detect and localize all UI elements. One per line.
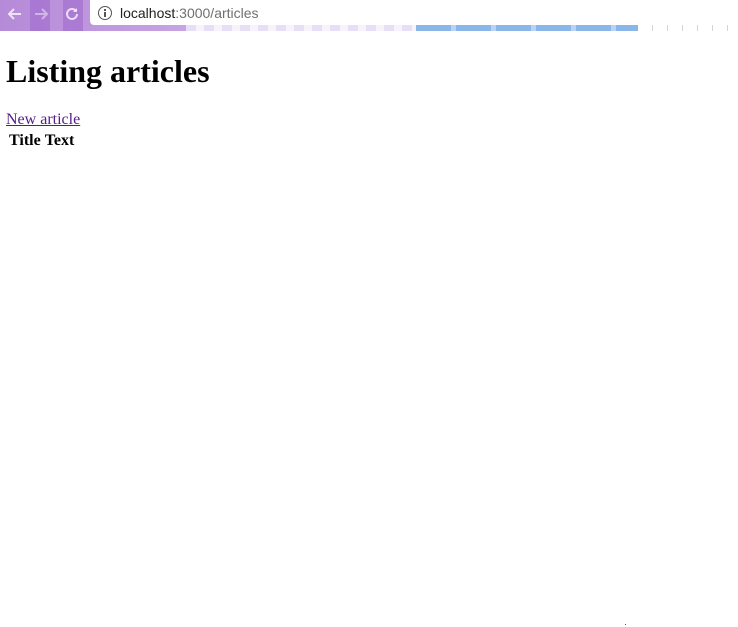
url-path: :3000/articles [175,4,259,21]
url-text[interactable]: localhost:3000/articles [120,5,259,21]
browser-toolbar: localhost:3000/articles [0,0,738,31]
url-host: localhost [120,4,176,21]
page-content: Listing articles New article Title Text [6,31,738,153]
forward-arrow-icon [35,8,49,20]
reload-button[interactable] [61,3,83,25]
new-article-link[interactable]: New article [6,111,80,129]
page-title: Listing articles [6,53,210,89]
column-header-text: Text [44,132,75,149]
table-header-row: Title Text [8,131,75,151]
column-header-title: Title [9,132,41,149]
info-icon[interactable] [98,5,112,20]
reload-icon [66,7,78,20]
address-bar[interactable]: localhost:3000/articles [90,0,738,25]
back-arrow-icon [7,8,21,20]
stray-dot [625,624,626,625]
forward-button[interactable] [30,3,52,25]
articles-table: Title Text [6,129,77,153]
back-button[interactable] [4,3,26,25]
